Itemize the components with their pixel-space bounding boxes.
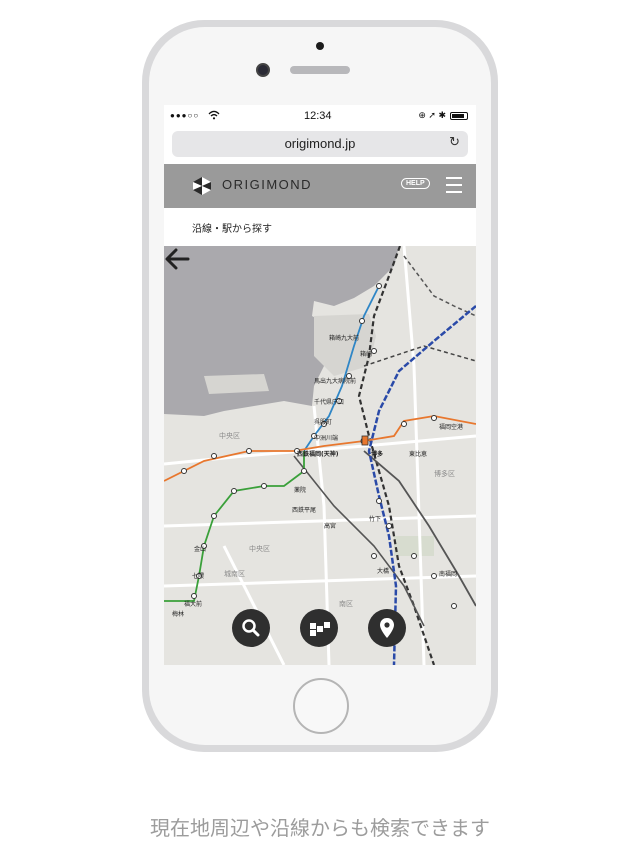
svg-text:金山: 金山 [194, 545, 206, 553]
svg-text:南福岡: 南福岡 [439, 570, 457, 578]
status-icons: ⊕ ➚ ✱ [418, 110, 446, 120]
search-button[interactable] [232, 609, 270, 647]
svg-text:博多区: 博多区 [434, 469, 455, 478]
earpiece [290, 66, 350, 74]
location-pin-icon [380, 618, 394, 638]
svg-text:南区: 南区 [339, 599, 353, 608]
svg-text:大橋: 大橋 [377, 567, 389, 575]
page-subheader: 沿線・駅から探す [164, 208, 476, 246]
clock: 12:34 [304, 110, 332, 122]
svg-text:千代県庁口: 千代県庁口 [314, 398, 344, 406]
url-text: origimond.jp [284, 136, 356, 151]
svg-text:福大前: 福大前 [184, 600, 202, 608]
rail-gray-3 [363, 345, 476, 367]
steps-icon [310, 622, 330, 636]
svg-text:呉服町: 呉服町 [314, 419, 332, 426]
svg-text:竹下: 竹下 [369, 515, 381, 523]
svg-text:箱崎九大前: 箱崎九大前 [329, 334, 359, 342]
site-header: ORIGIMOND HELP [164, 164, 476, 208]
svg-text:馬出九大病院前: 馬出九大病院前 [314, 377, 356, 385]
origimond-logo-icon[interactable] [192, 176, 212, 196]
promo-caption: 現在地周辺や沿線からも検索できます [150, 816, 490, 840]
svg-text:中洲川端: 中洲川端 [314, 434, 338, 442]
logo-text[interactable]: ORIGIMOND [222, 177, 312, 192]
svg-text:中央区: 中央区 [219, 431, 240, 440]
front-camera [256, 63, 270, 77]
map-canvas[interactable]: 箱崎九大前 箱崎 馬出九大病院前 千代県庁口 呉服町 中洲川端 西鉄福岡(天神)… [164, 246, 476, 665]
battery-icon [450, 112, 468, 120]
pier [204, 374, 269, 394]
status-bar: ●●●○○ 12:34 ⊕ ➚ ✱ [164, 105, 476, 127]
wifi-icon [208, 110, 220, 120]
phone-screen: ●●●○○ 12:34 ⊕ ➚ ✱ origimond.jp ↻ ORIGIMO… [164, 105, 476, 665]
subheader-title: 沿線・駅から探す [192, 224, 272, 235]
help-button[interactable]: HELP [401, 178, 430, 189]
svg-text:城南区: 城南区 [224, 569, 245, 578]
address-bar[interactable]: origimond.jp ↻ [172, 131, 468, 157]
search-icon [242, 619, 260, 637]
svg-text:西鉄平尾: 西鉄平尾 [292, 506, 316, 514]
hakata-station-marker [361, 435, 369, 446]
arrow-left-icon[interactable] [164, 246, 192, 272]
svg-text:箱崎: 箱崎 [360, 350, 372, 358]
location-button[interactable] [368, 609, 406, 647]
svg-text:福岡空港: 福岡空港 [439, 423, 463, 431]
sensor-dot [316, 42, 324, 50]
home-button[interactable] [293, 678, 349, 734]
svg-text:東比恵: 東比恵 [409, 450, 427, 458]
rail-gray-4 [403, 255, 476, 317]
route-map[interactable]: 箱崎九大前 箱崎 馬出九大病院前 千代県庁口 呉服町 中洲川端 西鉄福岡(天神)… [164, 246, 476, 665]
svg-text:高宮: 高宮 [324, 522, 336, 530]
reload-icon[interactable]: ↻ [449, 135, 460, 150]
svg-text:博多: 博多 [371, 450, 383, 458]
hamburger-icon[interactable] [446, 177, 462, 195]
signal-strength: ●●●○○ [170, 111, 200, 120]
svg-text:七隈: 七隈 [192, 572, 204, 580]
svg-text:中央区: 中央区 [249, 544, 270, 553]
svg-text:西鉄福岡(天神): 西鉄福岡(天神) [297, 450, 339, 458]
svg-text:梅林: 梅林 [172, 610, 184, 618]
route-button[interactable] [300, 609, 338, 647]
svg-text:薬院: 薬院 [294, 486, 306, 494]
